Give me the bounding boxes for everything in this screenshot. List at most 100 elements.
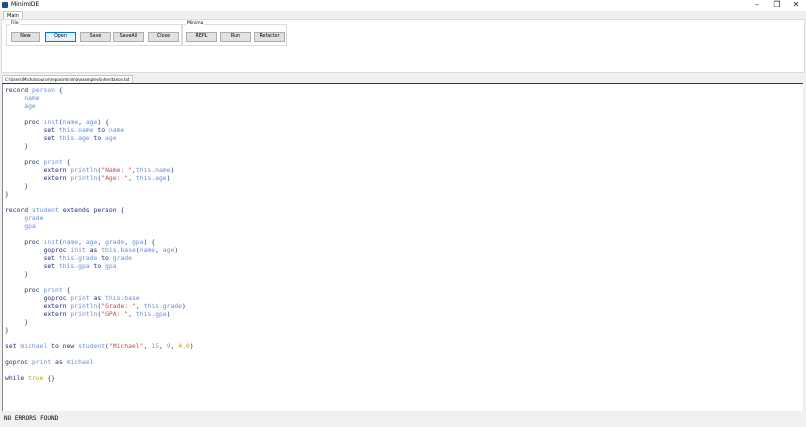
code-token: print xyxy=(43,158,63,166)
code-token: "Name: " xyxy=(101,166,132,174)
code-token: , xyxy=(158,342,167,350)
code-token: while xyxy=(5,374,29,382)
new-button[interactable]: New xyxy=(11,32,40,42)
code-line: } xyxy=(5,182,194,190)
code-line: } xyxy=(5,326,194,334)
code-token: extern xyxy=(5,310,71,318)
code-token: ) { xyxy=(143,238,156,246)
code-line: set this.name to name xyxy=(5,126,194,134)
code-token: this.base xyxy=(101,246,136,254)
code-line: } xyxy=(5,190,194,198)
code-token: name xyxy=(139,246,156,254)
code-token: extern xyxy=(5,166,71,174)
code-token: proc xyxy=(5,118,44,126)
code-token: ) { xyxy=(97,118,109,126)
code-token: } xyxy=(5,182,29,190)
title-bar: MinimIDE – ❐ ✕ xyxy=(0,0,806,11)
file-tab[interactable]: C:\Users\Micha\source\repos\minima\examp… xyxy=(2,75,133,83)
open-button[interactable]: Open xyxy=(45,32,76,42)
code-token: this.age xyxy=(58,134,90,142)
code-token: record xyxy=(5,206,32,214)
code-token: "Michael" xyxy=(108,342,144,350)
code-line: name xyxy=(5,94,194,102)
save-all-button[interactable]: SaveAll xyxy=(113,32,144,42)
code-token: { xyxy=(62,286,71,294)
code-token: record xyxy=(5,86,32,94)
code-line: extern println("Age: ", this.age) xyxy=(5,174,194,182)
code-token: grade xyxy=(105,238,125,246)
code-line: set this.grade to grade xyxy=(5,254,194,262)
code-token: age xyxy=(162,246,175,254)
code-token: ) xyxy=(166,174,171,182)
code-token: this.name xyxy=(58,126,94,134)
code-line: } xyxy=(5,270,194,278)
code-line: proc init(name, age, grade, gpa) { xyxy=(5,238,194,246)
status-bar: NO ERRORS FOUND xyxy=(0,411,806,427)
code-token: to xyxy=(97,254,113,262)
code-token: gpa xyxy=(5,222,36,230)
code-token: set xyxy=(5,262,59,270)
code-token: this.name xyxy=(135,166,171,174)
code-token: ) xyxy=(170,166,175,174)
code-token: name xyxy=(5,94,40,102)
code-token: 15 xyxy=(151,342,159,350)
code-token: grade xyxy=(5,214,44,222)
code-token: } xyxy=(5,142,29,150)
code-token: person xyxy=(31,86,56,94)
code-token: ) xyxy=(174,246,179,254)
file-group-label: File xyxy=(10,21,20,27)
code-token: age xyxy=(5,102,36,110)
code-token: michael xyxy=(66,358,94,366)
code-line: } xyxy=(5,318,194,326)
ribbon-tabs: Main xyxy=(0,11,806,20)
code-token: } xyxy=(5,318,29,326)
code-token: this.age xyxy=(135,174,167,182)
repl-button[interactable]: REPL xyxy=(186,32,217,42)
code-line: grade xyxy=(5,214,194,222)
code-token: , xyxy=(128,310,136,318)
code-token: {} xyxy=(43,374,56,382)
code-line: extern println("GPA: ", this.gpa) xyxy=(5,310,194,318)
code-token: goproc xyxy=(5,358,32,366)
code-text[interactable]: record person { name age proc init(name,… xyxy=(5,86,194,382)
code-token: println xyxy=(70,174,98,182)
code-line: } xyxy=(5,142,194,150)
code-token: this.grade xyxy=(143,302,183,310)
code-token: , xyxy=(155,246,163,254)
code-token: person { xyxy=(93,206,125,214)
code-token: gpa xyxy=(132,238,144,246)
code-token: init xyxy=(43,238,59,246)
code-token: proc xyxy=(5,238,44,246)
refactor-button[interactable]: Refactor xyxy=(254,32,285,42)
code-token: name xyxy=(108,126,125,134)
run-button[interactable]: Run xyxy=(220,32,251,42)
code-token: println xyxy=(70,302,98,310)
close-button[interactable]: Close xyxy=(148,32,179,42)
code-token: proc xyxy=(5,286,44,294)
app-icon xyxy=(2,2,8,8)
code-line: set this.age to age xyxy=(5,134,194,142)
code-line: goproc init as this.base(name, age) xyxy=(5,246,194,254)
code-token: extern xyxy=(5,174,71,182)
code-token: to xyxy=(93,126,109,134)
code-editor[interactable]: record person { name age proc init(name,… xyxy=(2,83,803,411)
maximize-button[interactable]: ❐ xyxy=(767,0,787,10)
code-token: goproc xyxy=(5,294,71,302)
save-button[interactable]: Save xyxy=(80,32,111,42)
code-token: age xyxy=(105,134,117,142)
code-token: this.gpa xyxy=(135,310,167,318)
minimize-button[interactable]: – xyxy=(747,0,767,10)
code-token: extern xyxy=(5,302,71,310)
code-line: extern println("Grade: ", this.grade) xyxy=(5,302,194,310)
code-token: print xyxy=(31,358,52,366)
close-window-button[interactable]: ✕ xyxy=(786,0,806,10)
code-token: extends xyxy=(58,206,94,214)
code-token: as xyxy=(89,294,106,302)
code-token: println xyxy=(70,166,98,174)
